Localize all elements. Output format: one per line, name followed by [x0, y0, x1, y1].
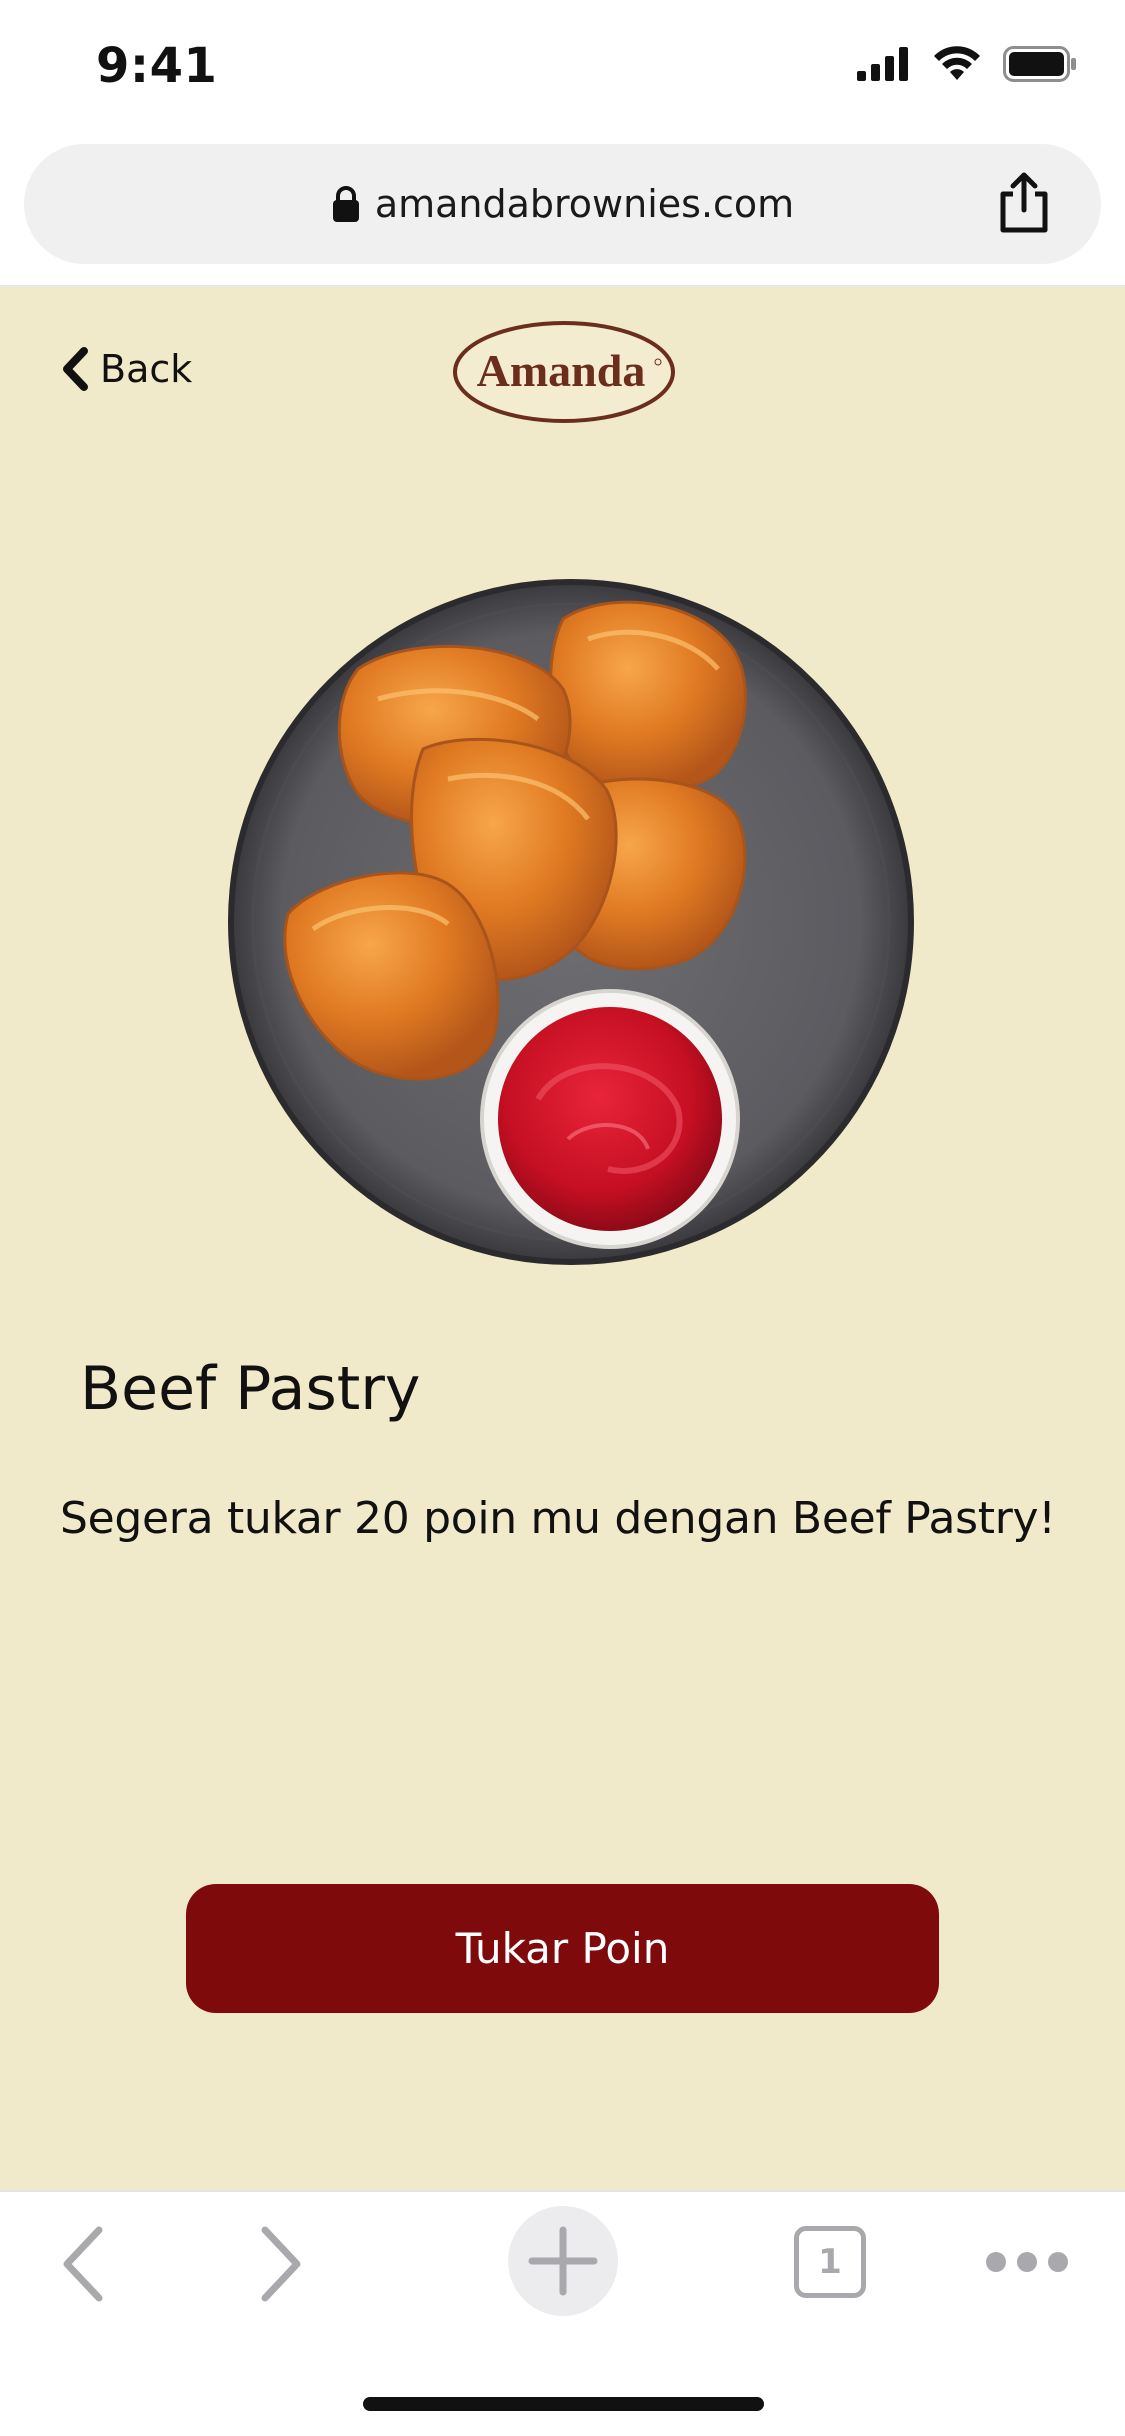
product-title: Beef Pastry [80, 1354, 421, 1424]
tab-count: 1 [818, 2242, 842, 2282]
svg-text:Amanda: Amanda [477, 345, 646, 396]
status-bar: 9:41 [0, 0, 1125, 140]
more-icon [986, 2252, 1068, 2272]
signal-icon [857, 47, 908, 81]
wifi-icon [934, 46, 980, 80]
chevron-left-icon [63, 347, 88, 391]
amanda-logo: Amanda [453, 321, 675, 423]
page-content: Back Amanda Beef Pastry Segera tukar 20 … [0, 287, 1125, 2190]
tabs-button[interactable]: 1 [794, 2226, 866, 2298]
tukar-poin-button[interactable]: Tukar Poin [186, 1884, 939, 2013]
status-time: 9:41 [96, 38, 218, 94]
share-icon[interactable] [991, 170, 1057, 236]
url-text: amandabrownies.com [374, 182, 795, 226]
screen: 9:41 amandabrownies.com Back Amanda Beef… [0, 0, 1125, 2436]
url-display[interactable]: amandabrownies.com [24, 144, 1101, 264]
nav-forward-button[interactable] [248, 2216, 314, 2312]
address-bar[interactable]: amandabrownies.com [24, 144, 1101, 264]
nav-back-button[interactable] [50, 2216, 116, 2312]
chevron-left-icon [63, 2226, 103, 2302]
product-description: Segera tukar 20 poin mu dengan Beef Past… [60, 1493, 1056, 1544]
lock-icon [332, 186, 359, 222]
home-indicator [363, 2397, 764, 2411]
beef-pastry-image [228, 579, 914, 1265]
back-label: Back [100, 347, 193, 391]
chevron-right-icon [261, 2226, 301, 2302]
back-button[interactable]: Back [60, 347, 192, 391]
battery-icon [1003, 46, 1076, 82]
plus-icon [528, 2226, 598, 2296]
new-tab-button[interactable] [508, 2206, 618, 2316]
more-button[interactable] [984, 2240, 1070, 2284]
status-icons [857, 46, 1077, 82]
